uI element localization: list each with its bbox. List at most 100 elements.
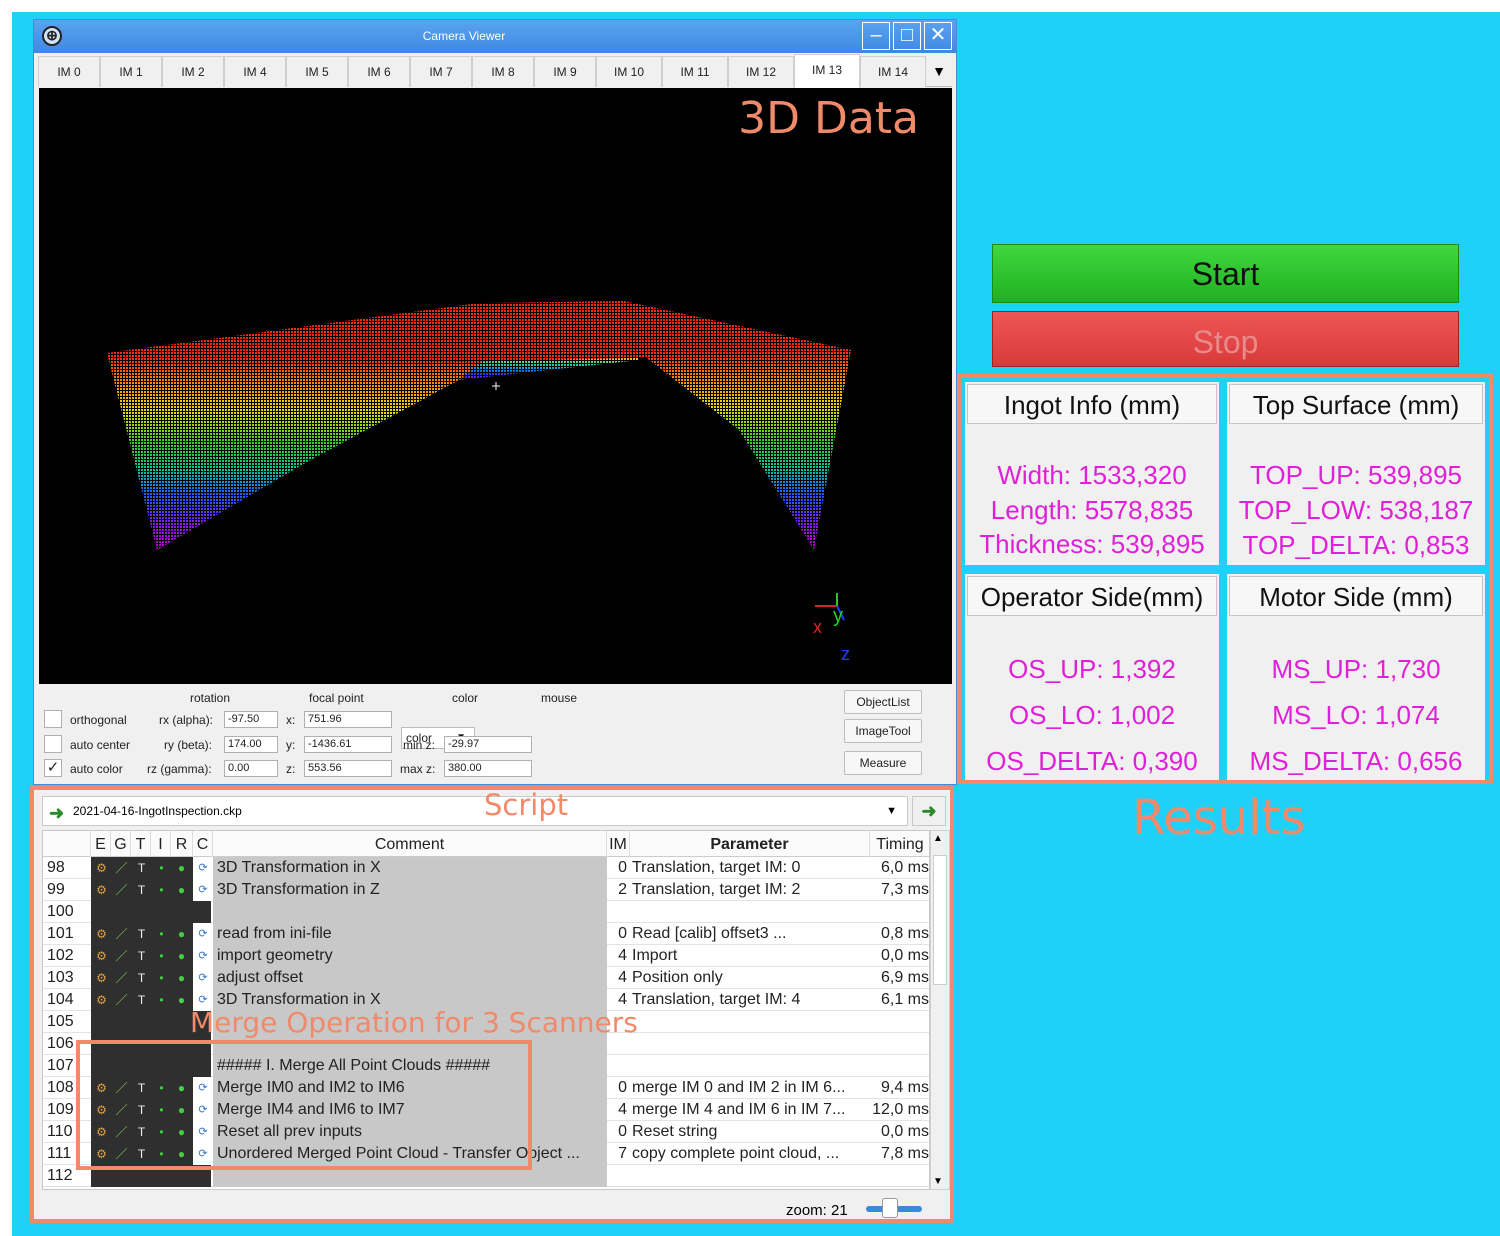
table-row[interactable]: 101 ⚙ ／ T • ● ⟳ read from ini-file 0 Read [calib]…	[43, 923, 929, 945]
focal-x-input[interactable]: 751.96	[304, 711, 392, 728]
tab-im-1[interactable]: IM 1	[100, 56, 162, 87]
table-row[interactable]: 102 ⚙ ／ T • ● ⟳ import geometry 4 Import 0,0 ms	[43, 945, 929, 967]
ry-input[interactable]: 174.00	[224, 736, 278, 753]
enable-gear-icon[interactable]: ⚙	[93, 992, 110, 1008]
column-header-g[interactable]: G	[111, 831, 131, 857]
tab-im-14[interactable]: IM 14	[860, 56, 926, 87]
column-header-e[interactable]: E	[91, 831, 111, 857]
edit-icon[interactable]: ／	[113, 860, 130, 876]
tab-im-2[interactable]: IM 2	[162, 56, 224, 87]
row-parameter	[630, 901, 870, 923]
column-header-im[interactable]: IM	[607, 831, 630, 857]
maximize-button[interactable]: □	[893, 22, 921, 50]
minimize-button[interactable]: –	[862, 22, 890, 50]
tab-im-0[interactable]: IM 0	[38, 56, 100, 87]
row-comment[interactable]: read from ini-file	[213, 923, 607, 945]
camera-viewer-window: ⊕ Camera Viewer – □ ✕ IM 0 IM 1 IM 2 IM 4 IM…	[33, 19, 957, 785]
run-icon[interactable]: ●	[173, 970, 190, 986]
row-comment[interactable]: import geometry	[213, 945, 607, 967]
enable-gear-icon[interactable]: ⚙	[93, 882, 110, 898]
column-header-timing[interactable]: Timing	[870, 831, 929, 857]
imagetool-button[interactable]: ImageTool	[844, 719, 922, 743]
row-comment[interactable]	[213, 901, 607, 923]
run-icon[interactable]: ●	[173, 948, 190, 964]
column-header-i[interactable]: I	[151, 831, 171, 857]
status-dot-icon[interactable]: •	[153, 926, 170, 942]
max-z-input[interactable]: 380.00	[444, 760, 532, 777]
auto-center-checkbox[interactable]	[44, 735, 62, 753]
tab-im-4[interactable]: IM 4	[224, 56, 286, 87]
row-comment[interactable]: adjust offset	[213, 967, 607, 989]
edit-icon[interactable]: ／	[113, 970, 130, 986]
table-row[interactable]: 98 ⚙ ／ T • ● ⟳ 3D Transformation in X 0 Translati…	[43, 857, 929, 879]
table-row[interactable]: 99 ⚙ ／ T • ● ⟳ 3D Transformation in Z 2 Translati…	[43, 879, 929, 901]
column-header-t[interactable]: T	[131, 831, 151, 857]
column-header-c[interactable]: C	[193, 831, 213, 857]
tab-im-13[interactable]: IM 13	[794, 54, 860, 88]
column-header-r[interactable]: R	[171, 831, 193, 857]
tab-im-10[interactable]: IM 10	[596, 56, 662, 87]
title-bar[interactable]: ⊕ Camera Viewer – □ ✕	[34, 20, 956, 53]
tab-im-9[interactable]: IM 9	[534, 56, 596, 87]
text-icon[interactable]: T	[133, 926, 150, 942]
scrollbar-thumb[interactable]	[933, 855, 947, 985]
tab-im-6[interactable]: IM 6	[348, 56, 410, 87]
run-icon[interactable]: ●	[173, 992, 190, 1008]
3d-viewport[interactable]: 3D Data x y z	[39, 88, 952, 684]
status-dot-icon[interactable]: •	[153, 860, 170, 876]
tab-menu-icon[interactable]: ▼	[928, 58, 950, 84]
min-z-input[interactable]: -29.97	[444, 736, 532, 753]
scroll-up-icon[interactable]: ▲	[933, 833, 943, 844]
enable-gear-icon[interactable]: ⚙	[93, 860, 110, 876]
edit-icon[interactable]: ／	[113, 926, 130, 942]
tab-im-5[interactable]: IM 5	[286, 56, 348, 87]
text-icon[interactable]: T	[133, 992, 150, 1008]
status-dot-icon[interactable]: •	[153, 882, 170, 898]
tab-im-8[interactable]: IM 8	[472, 56, 534, 87]
measure-button[interactable]: Measure	[844, 751, 922, 775]
column-header-comment[interactable]: Comment	[213, 831, 607, 857]
auto-color-checkbox[interactable]: ✓	[44, 759, 62, 777]
status-dot-icon[interactable]: •	[153, 948, 170, 964]
enable-gear-icon[interactable]: ⚙	[93, 926, 110, 942]
focal-z-input[interactable]: 553.56	[304, 760, 392, 777]
orthogonal-checkbox[interactable]	[44, 710, 62, 728]
zoom-slider-handle[interactable]	[882, 1198, 898, 1218]
run-icon[interactable]: ●	[173, 860, 190, 876]
rz-input[interactable]: 0.00	[224, 760, 278, 777]
run-script-button[interactable]: ➜	[912, 796, 946, 826]
rx-input[interactable]: -97.50	[224, 711, 278, 728]
tab-im-11[interactable]: IM 11	[662, 56, 728, 87]
enable-gear-icon[interactable]: ⚙	[93, 970, 110, 986]
tab-im-12[interactable]: IM 12	[728, 56, 794, 87]
table-row[interactable]: 103 ⚙ ／ T • ● ⟳ adjust offset 4 Position only 6,9 …	[43, 967, 929, 989]
start-button[interactable]: Start	[992, 244, 1459, 303]
rx-label: rx (alpha):	[159, 713, 214, 727]
text-icon[interactable]: T	[133, 948, 150, 964]
tab-im-7[interactable]: IM 7	[410, 56, 472, 87]
close-button[interactable]: ✕	[924, 22, 952, 50]
table-scrollbar[interactable]: ▲ ▼	[930, 830, 950, 1190]
stop-button[interactable]: Stop	[992, 311, 1459, 367]
focal-y-input[interactable]: -1436.61	[304, 736, 392, 753]
row-comment[interactable]: 3D Transformation in Z	[213, 879, 607, 901]
objectlist-button[interactable]: ObjectList	[844, 690, 922, 714]
run-icon[interactable]: ●	[173, 926, 190, 942]
text-icon[interactable]: T	[133, 882, 150, 898]
status-dot-icon[interactable]: •	[153, 992, 170, 1008]
edit-icon[interactable]: ／	[113, 882, 130, 898]
enable-gear-icon[interactable]: ⚙	[93, 948, 110, 964]
table-row[interactable]: 100	[43, 901, 929, 923]
edit-icon[interactable]: ／	[113, 948, 130, 964]
status-dot-icon[interactable]: •	[153, 970, 170, 986]
point-cloud-render[interactable]: 3D Data x y z	[39, 88, 952, 684]
row-comment[interactable]: 3D Transformation in X	[213, 857, 607, 879]
run-icon[interactable]: ●	[173, 882, 190, 898]
row-im: 4	[618, 947, 627, 964]
edit-icon[interactable]: ／	[113, 992, 130, 1008]
text-icon[interactable]: T	[133, 860, 150, 876]
script-file-select[interactable]: ➜ 2021-04-16-IngotInspection.ckp ▼	[42, 796, 908, 826]
text-icon[interactable]: T	[133, 970, 150, 986]
column-header-parameter[interactable]: Parameter	[630, 831, 870, 857]
scroll-down-icon[interactable]: ▼	[933, 1176, 943, 1187]
